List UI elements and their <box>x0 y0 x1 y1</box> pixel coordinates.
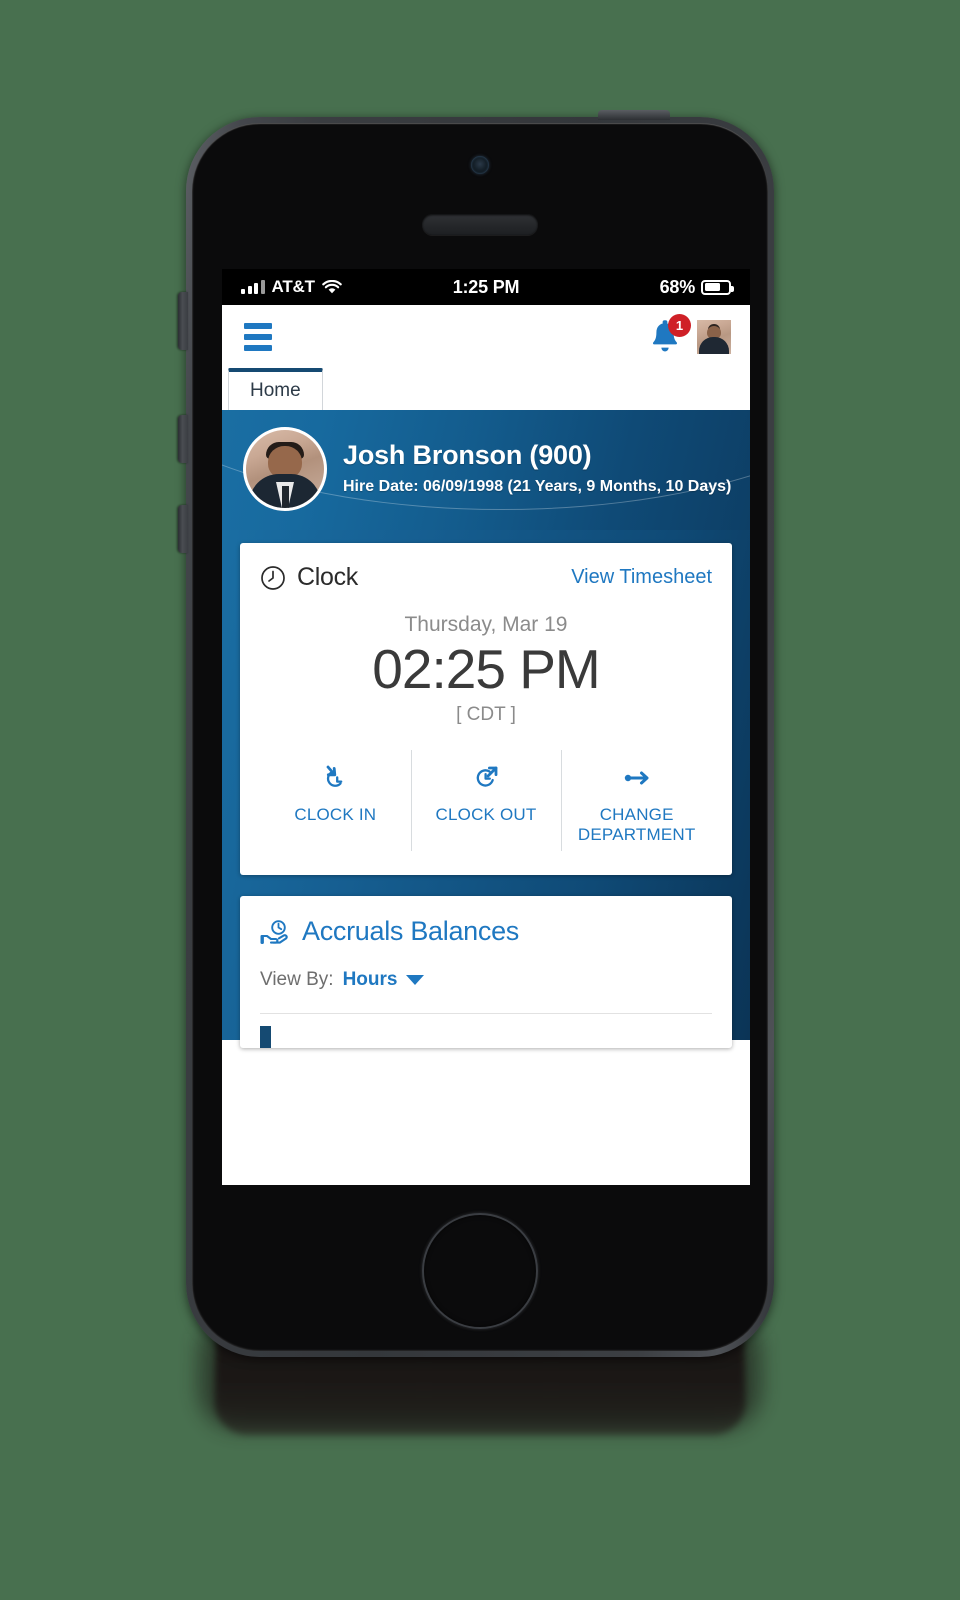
clock-timezone: [ CDT ] <box>456 703 516 725</box>
accruals-divider <box>260 1013 712 1015</box>
tab-bar: Home <box>222 368 750 410</box>
app-header: 1 <box>222 305 750 368</box>
clock-date: Thursday, Mar 19 <box>404 613 568 636</box>
tab-home[interactable]: Home <box>228 368 323 410</box>
hamburger-menu-icon[interactable] <box>244 322 272 351</box>
home-button[interactable] <box>422 1213 538 1329</box>
clock-actions: CLOCK IN CLOCK OUT CHANGE DEPARTMENT <box>260 748 712 876</box>
chevron-down-icon <box>406 975 425 986</box>
arrow-right-icon <box>565 760 708 796</box>
clock-in-label: CLOCK IN <box>294 804 377 824</box>
volume-down-button[interactable] <box>178 505 188 553</box>
view-by-label: View By: <box>260 969 334 991</box>
notification-count-badge: 1 <box>668 313 691 337</box>
power-button[interactable] <box>598 110 670 120</box>
clock-in-button[interactable]: CLOCK IN <box>260 748 411 854</box>
status-bar: AT&T 1:25 PM 68% <box>222 269 750 305</box>
employee-photo[interactable] <box>243 427 327 511</box>
notifications-button[interactable]: 1 <box>648 313 691 355</box>
employee-hire-date: Hire Date: 06/09/1998 (21 Years, 9 Month… <box>343 477 732 495</box>
phone-bezel: AT&T 1:25 PM 68% 1 Home Josh Bronson (90… <box>192 123 768 1351</box>
view-timesheet-link[interactable]: View Timesheet <box>571 566 712 589</box>
clock-in-arrow-icon <box>264 760 407 796</box>
volume-up-button[interactable] <box>178 415 188 463</box>
clock-card-title: Clock <box>297 563 359 591</box>
clock-out-label: CLOCK OUT <box>435 804 537 824</box>
clock-out-button[interactable]: CLOCK OUT <box>410 748 562 854</box>
header-actions: 1 <box>648 313 731 355</box>
accruals-card-header: Accruals Balances <box>260 916 712 947</box>
phone-screen: AT&T 1:25 PM 68% 1 Home Josh Bronson (90… <box>222 269 750 1185</box>
wifi-icon <box>321 279 342 295</box>
cellular-signal-icon <box>241 280 265 294</box>
clock-icon <box>260 565 286 591</box>
phone-device-frame: AT&T 1:25 PM 68% 1 Home Josh Bronson (90… <box>178 110 774 1357</box>
status-bar-right: 68% <box>519 276 734 298</box>
status-bar-left: AT&T <box>241 277 453 297</box>
employee-name: Josh Bronson (900) <box>343 439 592 470</box>
earpiece-speaker <box>422 214 538 235</box>
clock-card-header: Clock View Timesheet <box>260 563 712 592</box>
view-by-control[interactable]: View By: Hours <box>260 969 712 991</box>
status-bar-time: 1:25 PM <box>452 276 520 297</box>
mute-switch-button[interactable] <box>178 292 188 350</box>
tab-home-label: Home <box>250 380 301 401</box>
clock-time: 02:25 PM <box>372 638 600 700</box>
clock-card: Clock View Timesheet Thursday, Mar 19 02… <box>240 543 732 876</box>
profile-banner: Josh Bronson (900) Hire Date: 06/09/1998… <box>222 410 750 530</box>
change-department-button[interactable]: CHANGE DEPARTMENT <box>561 748 712 854</box>
clock-out-arrow-icon <box>415 760 558 796</box>
front-camera-icon <box>471 156 489 174</box>
hand-holding-clock-icon <box>260 918 290 946</box>
change-department-label: CHANGE DEPARTMENT <box>577 804 696 844</box>
battery-percent-label: 68% <box>659 276 696 297</box>
profile-text: Josh Bronson (900) Hire Date: 06/09/1998… <box>343 440 731 498</box>
view-by-value: Hours <box>342 969 398 991</box>
battery-icon <box>701 279 734 295</box>
accruals-balances-card: Accruals Balances View By: Hours <box>240 896 732 1049</box>
dashboard-body: Clock View Timesheet Thursday, Mar 19 02… <box>222 530 750 1049</box>
accruals-card-title: Accruals Balances <box>302 916 520 947</box>
accruals-chart-bar <box>260 1026 271 1049</box>
carrier-label: AT&T <box>271 277 315 296</box>
avatar[interactable] <box>697 319 731 354</box>
